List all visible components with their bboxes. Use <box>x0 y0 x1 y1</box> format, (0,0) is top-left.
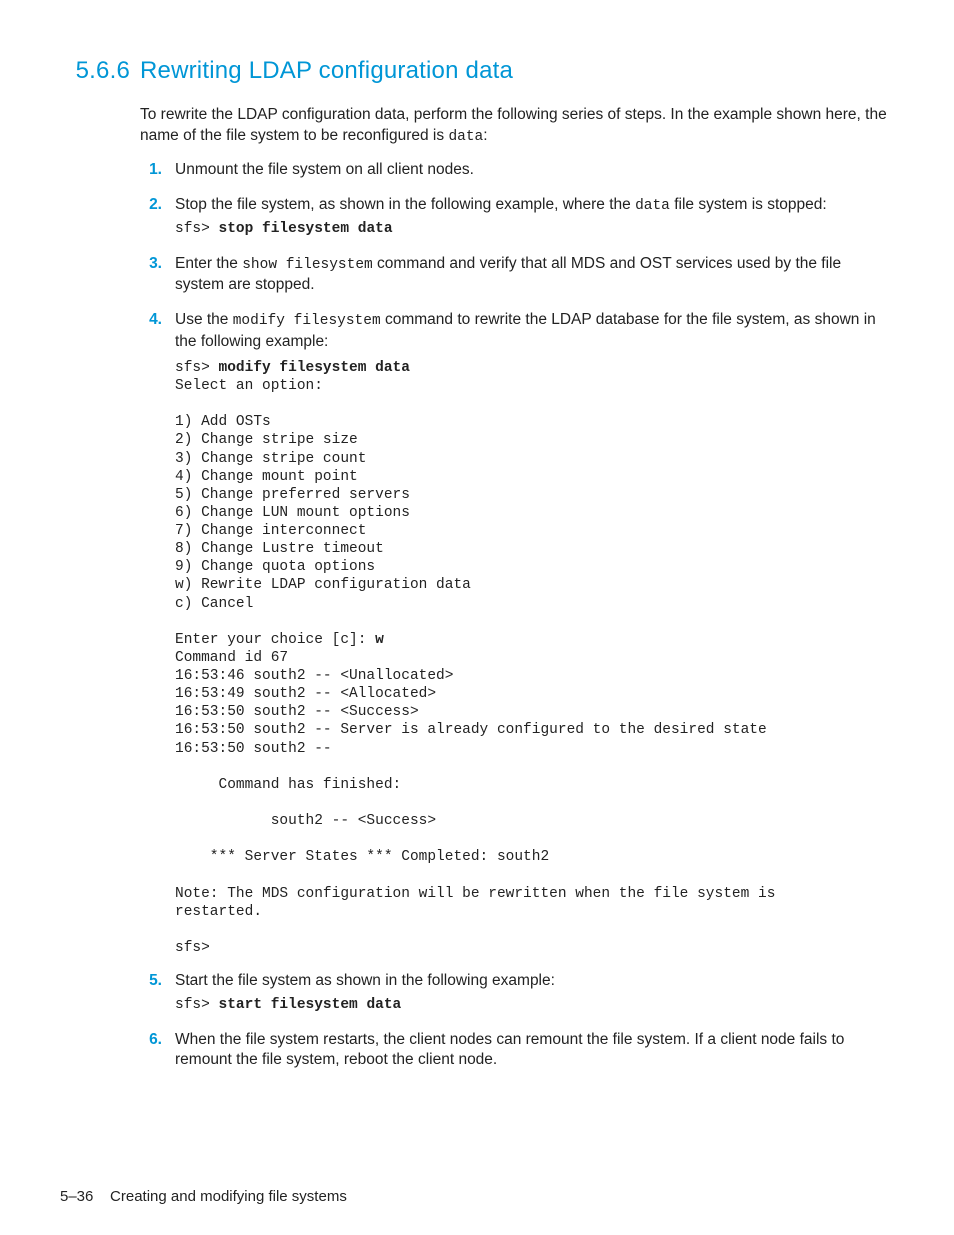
step-number: 2. <box>140 195 162 216</box>
page-number: 5–36 <box>60 1188 93 1205</box>
step-text-2: file system is stopped: <box>670 196 827 213</box>
inline-code: modify filesystem <box>233 313 381 329</box>
step-text-1: Enter the <box>175 255 242 272</box>
heading-title: Rewriting LDAP configuration data <box>140 57 513 84</box>
step-text-1: Stop the file system, as shown in the fo… <box>175 196 635 213</box>
block-choice: w <box>375 632 384 648</box>
step-text: Unmount the file system on all client no… <box>175 161 474 178</box>
step-1: 1. Unmount the file system on all client… <box>140 160 894 181</box>
prompt: sfs> <box>175 997 219 1013</box>
section-heading: 5.6.6 Rewriting LDAP configuration data <box>70 55 894 87</box>
page-content: 5.6.6 Rewriting LDAP configuration data T… <box>0 0 954 1071</box>
command-line: sfs> start filesystem data <box>175 996 894 1016</box>
intro-text-1: To rewrite the LDAP configuration data, … <box>140 106 887 144</box>
prompt: sfs> <box>175 221 219 237</box>
steps-list: 1. Unmount the file system on all client… <box>140 160 894 1071</box>
page-footer: 5–36 Creating and modifying file systems <box>60 1187 347 1207</box>
code-block: sfs> modify filesystem data Select an op… <box>175 359 894 957</box>
step-2: 2. Stop the file system, as shown in the… <box>140 195 894 240</box>
block-a: Select an option: 1) Add OSTs 2) Change … <box>175 378 471 648</box>
intro-code: data <box>448 129 483 145</box>
step-4: 4. Use the modify filesystem command to … <box>140 310 894 957</box>
step-text: Start the file system as shown in the fo… <box>175 972 555 989</box>
step-text-1: Use the <box>175 311 233 328</box>
step-number: 5. <box>140 971 162 992</box>
step-5: 5. Start the file system as shown in the… <box>140 971 894 1015</box>
block-prefix: sfs> <box>175 360 219 376</box>
step-number: 6. <box>140 1030 162 1051</box>
command-line: sfs> stop filesystem data <box>175 220 894 240</box>
intro-text-2: : <box>483 127 487 144</box>
inline-code: data <box>635 198 670 214</box>
command: stop filesystem data <box>219 221 393 237</box>
step-3: 3. Enter the show filesystem command and… <box>140 254 894 296</box>
step-text: When the file system restarts, the clien… <box>175 1031 844 1069</box>
heading-number: 5.6.6 <box>70 55 130 87</box>
step-number: 4. <box>140 310 162 331</box>
intro-paragraph: To rewrite the LDAP configuration data, … <box>140 105 894 147</box>
inline-code: show filesystem <box>242 257 373 273</box>
block-cmd: modify filesystem data <box>219 360 410 376</box>
step-number: 3. <box>140 254 162 275</box>
step-number: 1. <box>140 160 162 181</box>
block-b: Command id 67 16:53:46 south2 -- <Unallo… <box>175 650 784 956</box>
chapter-title: Creating and modifying file systems <box>110 1188 347 1205</box>
step-6: 6. When the file system restarts, the cl… <box>140 1030 894 1072</box>
command: start filesystem data <box>219 997 402 1013</box>
